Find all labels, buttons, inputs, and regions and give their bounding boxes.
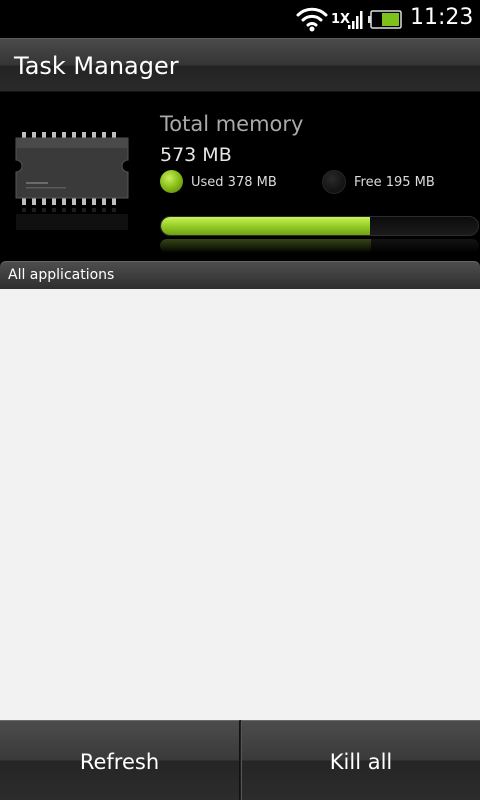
battery-icon [368, 10, 402, 29]
page-title: Task Manager [14, 52, 179, 80]
memory-usage-bar [160, 216, 479, 236]
section-header: All applications [0, 261, 480, 289]
used-memory-label: Used 378 MB [191, 175, 277, 190]
free-legend-dot [322, 170, 346, 194]
refresh-button[interactable]: Refresh [0, 720, 240, 800]
memory-panel: Total memory 573 MB Used 378 MB Free 195… [0, 92, 480, 261]
signal-icon: 1X [331, 9, 363, 31]
application-list[interactable] [0, 289, 480, 720]
memory-reflection-fill [160, 239, 371, 253]
kill-all-button-label: Kill all [329, 750, 393, 774]
memory-usage-fill [161, 217, 371, 235]
kill-all-button[interactable]: Kill all [241, 720, 480, 800]
memory-chip-icon [15, 132, 129, 230]
bottom-button-bar: Refresh Kill all [0, 720, 480, 800]
title-bar: Task Manager [0, 38, 480, 92]
status-time: 11:23 [410, 5, 474, 30]
memory-title: Total memory [160, 112, 304, 136]
wifi-icon [296, 7, 328, 32]
refresh-button-label: Refresh [79, 750, 160, 774]
status-bar: 1X 11:23 [0, 0, 480, 38]
free-memory-label: Free 195 MB [354, 175, 435, 190]
used-legend-dot [160, 170, 183, 193]
memory-bar-reflection [160, 239, 479, 253]
section-label: All applications [8, 267, 115, 283]
memory-total: 573 MB [160, 144, 232, 166]
